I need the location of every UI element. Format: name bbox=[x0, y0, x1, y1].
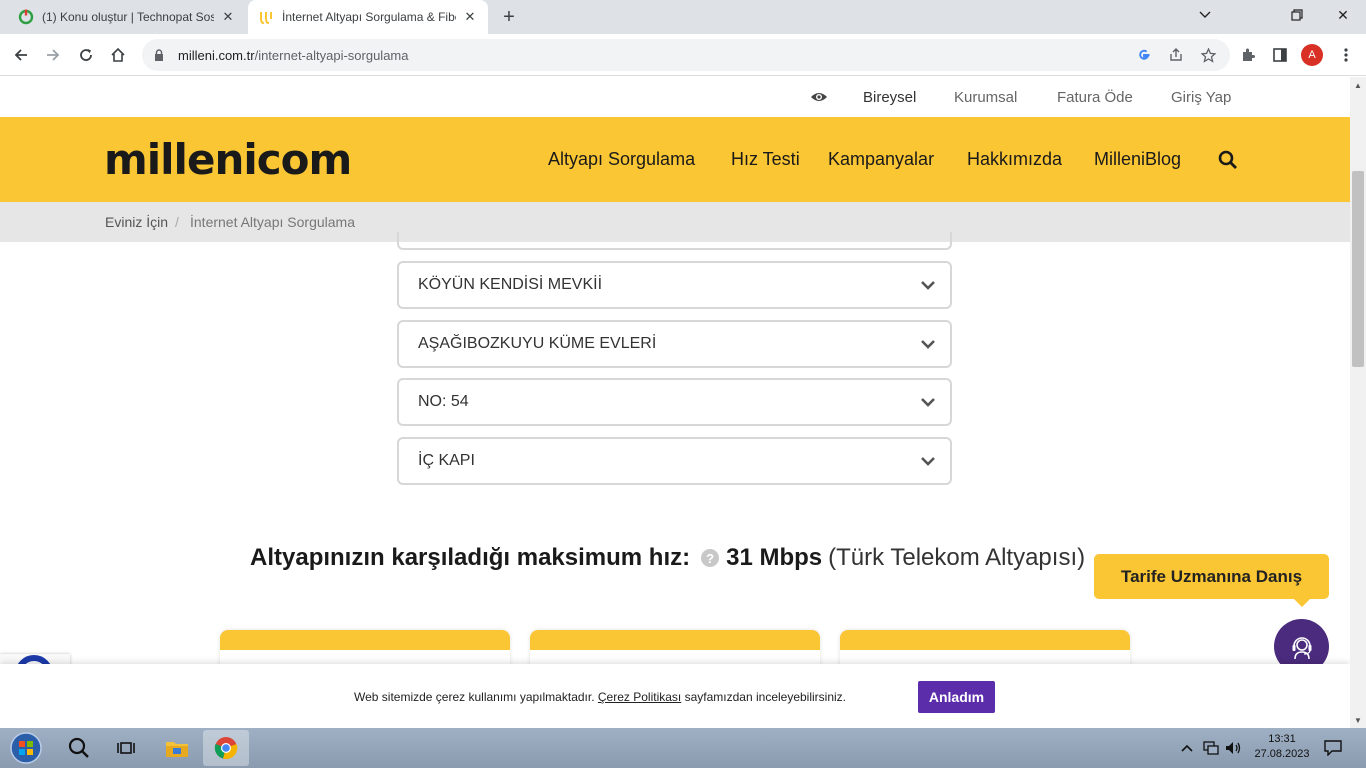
nav-kampanyalar[interactable]: Kampanyalar bbox=[828, 149, 934, 170]
help-icon[interactable]: ? bbox=[701, 549, 720, 567]
headset-icon bbox=[1292, 636, 1311, 659]
web-page: Bireysel Kurumsal Fatura Öde Giriş Yap m… bbox=[0, 77, 1350, 728]
home-icon[interactable] bbox=[105, 42, 131, 68]
topnav-kurumsal-link[interactable]: Kurumsal bbox=[954, 89, 1017, 106]
chevron-down-icon bbox=[921, 340, 935, 349]
max-speed-value: 31 Mbps bbox=[726, 544, 823, 571]
restore-icon[interactable] bbox=[1274, 0, 1320, 30]
cookie-accept-button[interactable]: Anladım bbox=[918, 681, 995, 713]
taskbar-search-icon[interactable] bbox=[56, 730, 102, 766]
tab-title: İnternet Altyapı Sorgulama & Fiber bbox=[282, 10, 456, 24]
chevron-down-icon bbox=[921, 281, 935, 290]
select-value: AŞAĞIBOZKUYU KÜME EVLERİ bbox=[418, 335, 657, 352]
chevron-down-icon bbox=[921, 398, 935, 407]
topnav-bireysel-link[interactable]: Bireysel bbox=[863, 89, 916, 106]
building-number-select[interactable]: NO: 54 bbox=[397, 378, 952, 426]
windows-logo-icon bbox=[10, 732, 42, 764]
select-partially-hidden[interactable] bbox=[397, 232, 952, 250]
close-window-icon[interactable]: ✕ bbox=[1320, 0, 1366, 30]
reload-icon[interactable] bbox=[73, 42, 99, 68]
cookie-text: Web sitemizde çerez kullanımı yapılmakta… bbox=[354, 690, 846, 704]
millenicom-favicon-icon bbox=[258, 9, 274, 25]
location-select[interactable]: KÖYÜN KENDİSİ MEVKİİ bbox=[397, 261, 952, 309]
cookie-text-after: sayfamızdan inceleyebilirsiniz. bbox=[684, 690, 847, 704]
taskbar-clock[interactable]: 13:31 27.08.2023 bbox=[1252, 732, 1312, 762]
breadcrumb-home-link[interactable]: Eviniz İçin bbox=[105, 214, 168, 230]
profile-avatar[interactable]: A bbox=[1301, 44, 1323, 66]
main-nav: millenicom Altyapı Sorgulama Hız Testi K… bbox=[0, 117, 1350, 202]
url-host: milleni.com.tr bbox=[178, 47, 255, 63]
topnav-giris-yap-link[interactable]: Giriş Yap bbox=[1171, 89, 1231, 106]
tab-milleni[interactable]: İnternet Altyapı Sorgulama & Fiber ✕ bbox=[248, 0, 488, 34]
scroll-up-icon[interactable]: ▲ bbox=[1350, 77, 1366, 93]
browser-toolbar: milleni.com.tr/internet-altyapi-sorgulam… bbox=[0, 34, 1366, 76]
volume-icon[interactable] bbox=[1225, 740, 1243, 756]
max-speed-label: Altyapınızın karşıladığı maksimum hız: bbox=[250, 544, 691, 571]
browser-tab-bar: (1) Konu oluştur | Technopat Sosyal ✕ İn… bbox=[0, 0, 1366, 34]
google-icon[interactable] bbox=[1132, 43, 1156, 67]
tariff-expert-tooltip[interactable]: Tarife Uzmanına Danış bbox=[1094, 554, 1329, 607]
select-value: KÖYÜN KENDİSİ MEVKİİ bbox=[418, 276, 603, 293]
millenicom-logo[interactable]: millenicom bbox=[104, 137, 352, 183]
top-utility-nav: Bireysel Kurumsal Fatura Öde Giriş Yap bbox=[0, 77, 1350, 117]
select-value: NO: 54 bbox=[418, 393, 469, 410]
max-speed-result: Altyapınızın karşıladığı maksimum hız: ?… bbox=[250, 544, 1085, 572]
tab-title: (1) Konu oluştur | Technopat Sosyal bbox=[42, 10, 214, 24]
tooltip-label: Tarife Uzmanına Danış bbox=[1120, 566, 1303, 586]
chevron-down-icon bbox=[921, 457, 935, 466]
clock-time: 13:31 bbox=[1268, 733, 1296, 745]
url-path: /internet-altyapi-sorgulama bbox=[254, 47, 409, 63]
cookie-banner: Web sitemizde çerez kullanımı yapılmakta… bbox=[0, 664, 1350, 728]
forward-icon[interactable] bbox=[40, 42, 66, 68]
scroll-down-icon[interactable]: ▼ bbox=[1350, 712, 1366, 728]
search-icon[interactable] bbox=[1218, 150, 1238, 170]
network-icon[interactable] bbox=[1202, 740, 1220, 756]
address-bar[interactable]: milleni.com.tr/internet-altyapi-sorgulam… bbox=[142, 39, 1230, 71]
chrome-menu-icon[interactable] bbox=[1333, 42, 1359, 68]
door-select[interactable]: İÇ KAPI bbox=[397, 437, 952, 485]
page-scrollbar[interactable]: ▲ ▼ bbox=[1350, 77, 1366, 728]
share-icon[interactable] bbox=[1164, 43, 1188, 67]
nav-hiz-testi[interactable]: Hız Testi bbox=[731, 149, 800, 170]
street-select[interactable]: AŞAĞIBOZKUYU KÜME EVLERİ bbox=[397, 320, 952, 368]
close-tab-icon[interactable]: ✕ bbox=[462, 9, 478, 25]
cookie-policy-link[interactable]: Çerez Politikası bbox=[598, 690, 681, 704]
breadcrumb-current: İnternet Altyapı Sorgulama bbox=[190, 214, 355, 230]
minimize-icon[interactable] bbox=[1182, 0, 1228, 30]
new-tab-icon[interactable]: + bbox=[498, 6, 520, 28]
nav-altyapi-sorgulama[interactable]: Altyapı Sorgulama bbox=[548, 149, 695, 170]
start-button[interactable] bbox=[6, 730, 46, 766]
accessibility-eye-icon[interactable] bbox=[810, 89, 828, 105]
nav-milleniblog[interactable]: MilleniBlog bbox=[1094, 149, 1181, 170]
task-view-icon[interactable] bbox=[103, 730, 149, 766]
chrome-taskbar-icon[interactable] bbox=[203, 730, 249, 766]
file-explorer-icon[interactable] bbox=[154, 730, 200, 766]
side-panel-icon[interactable] bbox=[1267, 42, 1293, 68]
extensions-icon[interactable] bbox=[1235, 42, 1261, 68]
bookmark-star-icon[interactable] bbox=[1196, 43, 1220, 67]
cookie-text-before: Web sitemizde çerez kullanımı yapılmakta… bbox=[354, 690, 595, 704]
windows-taskbar: 13:31 27.08.2023 bbox=[0, 728, 1366, 768]
show-hidden-icons-icon[interactable] bbox=[1178, 740, 1196, 756]
notifications-icon[interactable] bbox=[1324, 740, 1342, 756]
technopat-favicon-icon bbox=[18, 9, 34, 25]
infrastructure-provider: (Türk Telekom Altyapısı) bbox=[828, 544, 1086, 571]
lock-icon bbox=[154, 48, 170, 62]
select-value: İÇ KAPI bbox=[418, 452, 475, 469]
back-icon[interactable] bbox=[8, 42, 34, 68]
topnav-fatura-ode-link[interactable]: Fatura Öde bbox=[1057, 89, 1133, 106]
breadcrumb-separator: / bbox=[175, 214, 179, 230]
tooltip-tail bbox=[1293, 598, 1311, 607]
close-tab-icon[interactable]: ✕ bbox=[220, 9, 236, 25]
scroll-thumb[interactable] bbox=[1352, 171, 1364, 367]
nav-hakkimizda[interactable]: Hakkımızda bbox=[967, 149, 1062, 170]
tab-technopat[interactable]: (1) Konu oluştur | Technopat Sosyal ✕ bbox=[8, 0, 246, 34]
clock-date: 27.08.2023 bbox=[1254, 748, 1310, 760]
